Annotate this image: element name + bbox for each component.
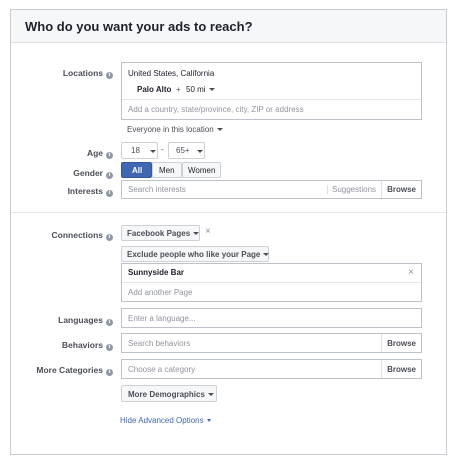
more-demographics-dropdown[interactable]: More Demographics [121, 385, 217, 402]
suggestions-link[interactable]: Suggestions [327, 185, 376, 194]
interests-label: Interests i [68, 186, 113, 197]
browse-button[interactable]: Browse [381, 181, 421, 198]
gender-all-button[interactable]: All [121, 162, 152, 178]
info-icon[interactable]: i [106, 72, 113, 79]
age-label: Age i [87, 148, 113, 159]
behaviors-field[interactable]: Search behaviors Browse [121, 333, 422, 353]
browse-button[interactable]: Browse [381, 334, 421, 352]
info-icon[interactable]: i [106, 152, 113, 159]
plus-sign: + [176, 85, 181, 94]
radius-dropdown[interactable]: 50 mi [186, 85, 215, 94]
languages-label: Languages i [58, 315, 113, 326]
chevron-down-icon [263, 253, 270, 256]
connections-label: Connections i [52, 230, 113, 241]
languages-field[interactable]: Enter a language... [121, 308, 422, 328]
info-icon[interactable]: i [106, 319, 113, 326]
pages-box: Sunnyside Bar × Add another Page [121, 263, 422, 302]
gender-women-button[interactable]: Women [182, 162, 221, 178]
close-icon[interactable]: × [408, 267, 414, 278]
chevron-down-icon [216, 128, 223, 131]
page-token: Sunnyside Bar [128, 268, 185, 277]
more-categories-label: More Categories i [36, 365, 113, 376]
location-city: Palo Alto [137, 85, 172, 94]
chevron-down-icon [207, 393, 214, 396]
info-icon[interactable]: i [106, 234, 113, 241]
browse-button[interactable]: Browse [381, 360, 421, 378]
gender-men-button[interactable]: Men [152, 162, 182, 178]
locations-label: Locations i [63, 68, 113, 79]
age-dash: - [161, 145, 164, 154]
info-icon[interactable]: i [106, 172, 113, 179]
box-divider [122, 282, 421, 283]
location-input[interactable]: Add a country, state/province, city, ZIP… [128, 105, 304, 114]
close-icon[interactable]: × [205, 226, 211, 237]
exclude-dropdown[interactable]: Exclude people who like your Page [121, 246, 270, 262]
add-page-input[interactable]: Add another Page [128, 288, 193, 297]
behaviors-label: Behaviors i [62, 340, 113, 351]
more-categories-field[interactable]: Choose a category Browse [121, 359, 422, 379]
interests-field[interactable]: Search interests Suggestions Browse [121, 180, 422, 199]
chevron-down-icon [197, 150, 203, 153]
locations-box: United States, California Palo Alto + 50… [121, 62, 422, 120]
chevron-down-icon [150, 150, 156, 153]
panel-header: Who do you want your ads to reach? [11, 10, 446, 43]
hide-advanced-options-link[interactable]: Hide Advanced Options [120, 416, 211, 425]
location-scope-dropdown[interactable]: Everyone in this location [127, 125, 223, 134]
info-icon[interactable]: i [106, 369, 113, 376]
gender-label: Gender i [73, 168, 113, 179]
location-country: United States, California [128, 69, 215, 78]
box-divider [122, 99, 421, 100]
connections-type-dropdown[interactable]: Facebook Pages [121, 225, 200, 241]
chevron-down-icon [206, 419, 211, 422]
section-divider [11, 212, 446, 213]
page-title: Who do you want your ads to reach? [25, 19, 253, 34]
info-icon[interactable]: i [106, 190, 113, 197]
chevron-down-icon [208, 88, 215, 91]
age-max-select[interactable]: 65+ [168, 142, 205, 159]
info-icon[interactable]: i [106, 344, 113, 351]
age-min-select[interactable]: 18 [121, 142, 158, 159]
chevron-down-icon [193, 232, 200, 235]
audience-panel: Who do you want your ads to reach? Locat… [10, 9, 447, 455]
